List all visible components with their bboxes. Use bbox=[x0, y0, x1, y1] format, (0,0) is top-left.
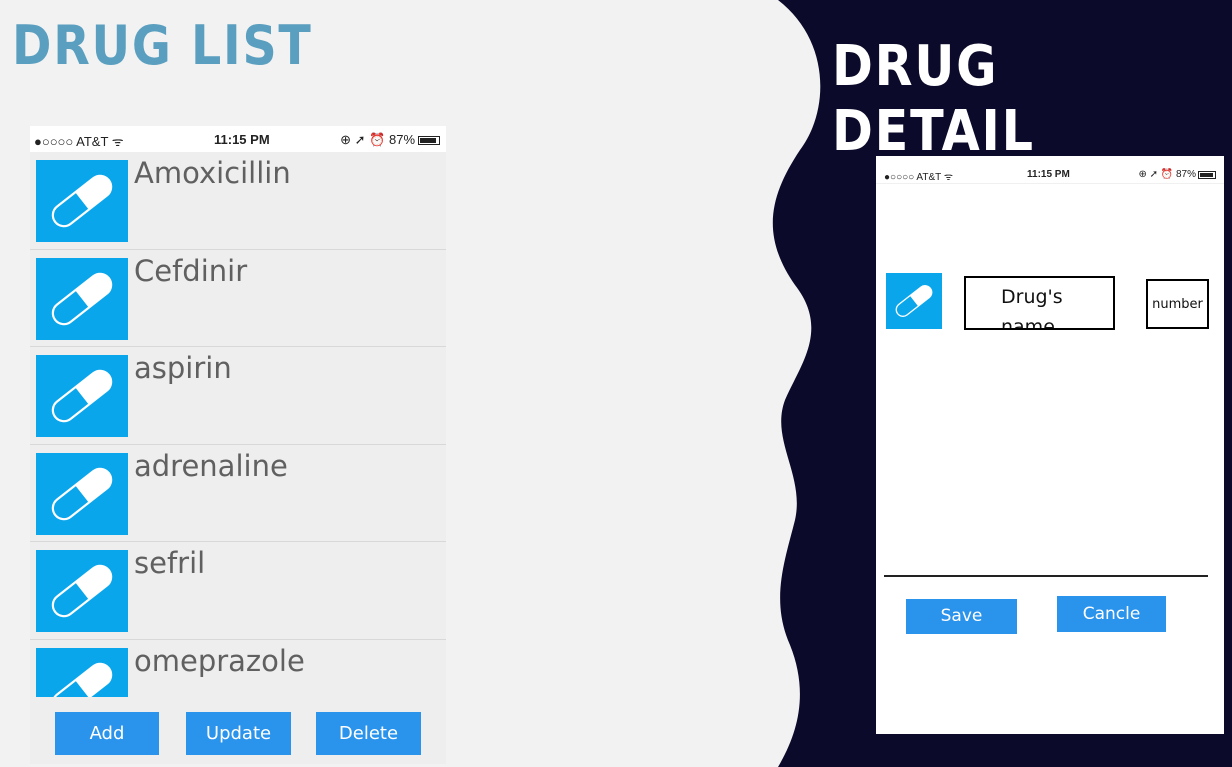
carrier-label: ●○○○○ AT&T ᯤ bbox=[884, 172, 953, 183]
status-bar: ●○○○○ AT&T ᯤ 11:15 PM ⊕ ➚ ⏰ 87% bbox=[876, 156, 1224, 184]
save-button[interactable]: Save bbox=[906, 599, 1017, 634]
drug-name: aspirin bbox=[134, 351, 232, 385]
divider bbox=[884, 575, 1208, 577]
battery-indicator: ⊕ ➚ ⏰ 87% bbox=[1138, 169, 1216, 180]
drug-name-field-text: Drug's name bbox=[1001, 286, 1063, 330]
drug-name: Cefdinir bbox=[134, 253, 248, 288]
drug-list[interactable]: Amoxicillin Cefdinir aspirin adrenaline sefr… bbox=[30, 152, 446, 697]
status-bar: ●○○○○ AT&T ᯤ 11:15 PM ⊕ ➚ ⏰ 87% bbox=[30, 126, 446, 152]
battery-icon bbox=[1198, 170, 1216, 179]
update-button[interactable]: Update bbox=[186, 712, 291, 755]
drug-number-field[interactable]: number bbox=[1146, 279, 1209, 329]
drug-list-screen: ●○○○○ AT&T ᯤ 11:15 PM ⊕ ➚ ⏰ 87% Amoxicil… bbox=[30, 126, 446, 764]
action-bar: Add Update Delete bbox=[30, 697, 446, 764]
pill-icon bbox=[36, 452, 128, 535]
pill-icon bbox=[36, 647, 128, 697]
clock: 11:15 PM bbox=[214, 132, 270, 147]
drug-list-item[interactable]: Amoxicillin bbox=[30, 152, 446, 250]
pill-icon bbox=[36, 160, 128, 242]
drug-detail-screen: ●○○○○ AT&T ᯤ 11:15 PM ⊕ ➚ ⏰ 87% Drug's n… bbox=[876, 156, 1224, 734]
carrier-label: ●○○○○ AT&T ᯤ bbox=[34, 134, 124, 149]
drug-name-field[interactable]: Drug's name bbox=[964, 276, 1115, 330]
drug-name: adrenaline bbox=[134, 448, 288, 483]
add-button[interactable]: Add bbox=[55, 712, 159, 755]
drug-list-title: DRUG LIST bbox=[12, 14, 313, 77]
drug-list-item[interactable]: adrenaline bbox=[30, 445, 446, 542]
clock: 11:15 PM bbox=[1027, 169, 1070, 180]
drug-list-item[interactable]: sefril bbox=[30, 542, 446, 640]
battery-label: ⊕ ➚ ⏰ 87% bbox=[340, 132, 415, 147]
battery-icon bbox=[418, 135, 440, 145]
drug-name: Amoxicillin bbox=[134, 156, 291, 190]
drug-name: sefril bbox=[134, 546, 206, 580]
drug-name: omeprazole bbox=[134, 643, 305, 678]
battery-label: ⊕ ➚ ⏰ 87% bbox=[1138, 169, 1196, 180]
pill-icon bbox=[886, 273, 942, 329]
pill-icon bbox=[36, 257, 128, 340]
drug-detail-title: DRUG DETAIL bbox=[832, 34, 1035, 164]
cancel-button[interactable]: Cancle bbox=[1057, 596, 1166, 632]
pill-icon bbox=[36, 355, 128, 437]
drug-list-item[interactable]: omeprazole bbox=[30, 640, 446, 697]
drug-list-item[interactable]: Cefdinir bbox=[30, 250, 446, 347]
battery-indicator: ⊕ ➚ ⏰ 87% bbox=[340, 132, 440, 148]
pill-icon bbox=[36, 550, 128, 632]
drug-number-field-text: number bbox=[1152, 296, 1203, 312]
delete-button[interactable]: Delete bbox=[316, 712, 421, 755]
drug-list-item[interactable]: aspirin bbox=[30, 347, 446, 445]
